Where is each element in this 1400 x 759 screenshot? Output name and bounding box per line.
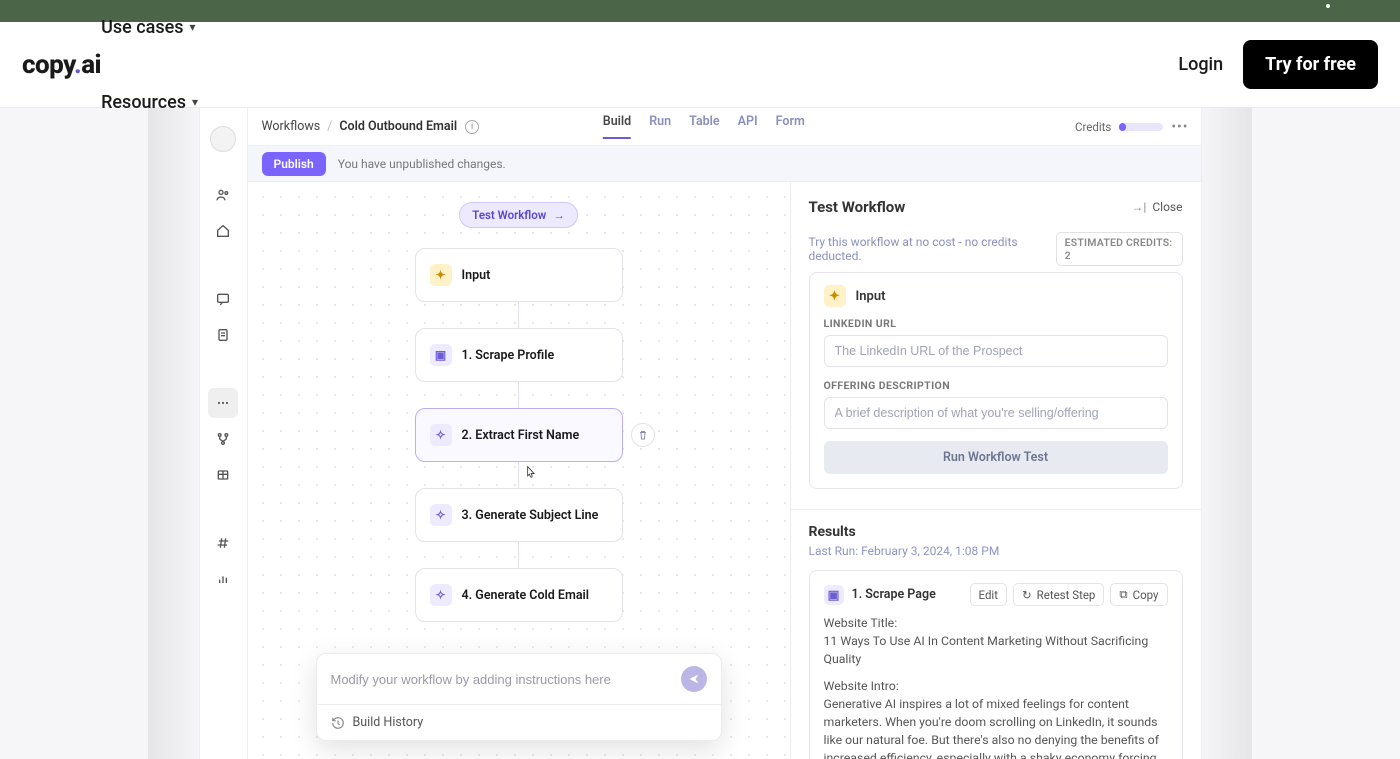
send-button[interactable]: [681, 666, 707, 692]
credits-meter: [1119, 123, 1163, 131]
table-icon[interactable]: [208, 460, 238, 490]
arrow-right-icon: →: [553, 208, 565, 222]
avatar[interactable]: [210, 126, 236, 152]
chat-icon[interactable]: [208, 284, 238, 314]
node-label: 1. Scrape Profile: [462, 348, 555, 363]
logo-text-pre: copy: [22, 50, 74, 80]
logo[interactable]: copy.ai: [22, 50, 101, 80]
tab-run[interactable]: Run: [649, 114, 671, 139]
tab-build[interactable]: Build: [603, 114, 631, 139]
last-run-text: Last Run: February 3, 2024, 1:08 PM: [809, 544, 1183, 558]
delete-node-button[interactable]: [631, 423, 655, 447]
refresh-icon: ↻: [1022, 588, 1032, 602]
workflow-instruction-input[interactable]: [331, 672, 681, 687]
node-label: 4. Generate Cold Email: [462, 588, 590, 603]
breadcrumb-root[interactable]: Workflows: [262, 119, 321, 134]
analytics-icon[interactable]: [208, 564, 238, 594]
tab-form[interactable]: Form: [776, 114, 805, 139]
cursor-pointer-icon: [523, 464, 537, 486]
try-free-button[interactable]: Try for free: [1243, 40, 1378, 89]
result-body: Website Title:11 Ways To Use AI In Conte…: [824, 616, 1168, 759]
workflow-tabs: Build Run Table API Form: [603, 114, 805, 139]
document-icon[interactable]: [208, 320, 238, 350]
run-workflow-test-button[interactable]: Run Workflow Test: [824, 441, 1168, 474]
tab-table[interactable]: Table: [689, 114, 720, 139]
hash-icon[interactable]: [208, 528, 238, 558]
results-heading: Results: [809, 524, 1183, 540]
build-history-link[interactable]: Build History: [317, 704, 721, 740]
node-extract-first-name[interactable]: ✧ 2. Extract First Name: [415, 408, 623, 462]
box-icon: ▣: [430, 344, 452, 366]
linkedin-url-input[interactable]: [824, 335, 1168, 367]
node-scrape-profile[interactable]: ▣ 1. Scrape Profile: [415, 328, 623, 382]
node-label: 3. Generate Subject Line: [462, 508, 599, 523]
app-window: Workflows / Cold Outbound Email i Build …: [199, 108, 1202, 759]
result-title: 1. Scrape Page: [852, 587, 936, 602]
credits-label: Credits: [1075, 120, 1111, 134]
logo-text-post: ai: [81, 50, 101, 80]
input-section-title: Input: [856, 289, 886, 304]
node-generate-subject-line[interactable]: ✧ 3. Generate Subject Line: [415, 488, 623, 542]
app-sidebar: [200, 108, 248, 759]
site-header: copy.ai Product▾ Use cases▾ Resources▾ P…: [0, 22, 1400, 108]
retest-step-button[interactable]: ↻ Retest Step: [1013, 583, 1104, 606]
ai-icon: ✧: [430, 584, 452, 606]
result-card: ▣ 1. Scrape Page Edit ↻ Retest Step: [809, 570, 1183, 759]
edit-step-button[interactable]: Edit: [970, 583, 1007, 606]
try-note: Try this workflow at no cost - no credit…: [809, 235, 1056, 263]
panel-title: Test Workflow: [809, 198, 906, 216]
node-input[interactable]: ✦ Input: [415, 248, 623, 302]
more-menu-icon[interactable]: •••: [1171, 119, 1188, 135]
tab-api[interactable]: API: [738, 114, 758, 139]
nav-use-cases[interactable]: Use cases▾: [101, 17, 1178, 38]
breadcrumb: Workflows / Cold Outbound Email i Build …: [248, 108, 1201, 146]
box-icon: ▣: [824, 585, 844, 605]
notice-text: You have unpublished changes.: [338, 157, 506, 171]
node-generate-cold-email[interactable]: ✧ 4. Generate Cold Email: [415, 568, 623, 622]
sparkle-icon: ✦: [430, 264, 452, 286]
ai-icon: ✧: [430, 424, 452, 446]
workflow-icon[interactable]: [208, 388, 238, 418]
publish-button[interactable]: Publish: [262, 152, 326, 176]
test-workflow-pill[interactable]: Test Workflow →: [459, 202, 577, 228]
field-label-offering: OFFERING DESCRIPTION: [824, 379, 1168, 392]
node-label: 2. Extract First Name: [462, 428, 580, 443]
ai-icon: ✧: [430, 504, 452, 526]
workflow-canvas[interactable]: Test Workflow → ✦ Input ▣ 1. Scrape Prof…: [248, 182, 791, 759]
field-label-linkedin: LINKEDIN URL: [824, 317, 1168, 330]
close-panel-button[interactable]: →| Close: [1131, 200, 1182, 214]
info-icon[interactable]: i: [465, 120, 479, 134]
branch-icon[interactable]: [208, 424, 238, 454]
notice-bar: Publish You have unpublished changes.: [248, 146, 1201, 182]
copy-icon: ⧉: [1119, 587, 1127, 602]
test-panel: Test Workflow →| Close Try this workflow…: [791, 182, 1201, 759]
people-icon[interactable]: [208, 180, 238, 210]
node-label: Input: [462, 268, 491, 283]
home-icon[interactable]: [208, 216, 238, 246]
copy-step-button[interactable]: ⧉ Copy: [1110, 583, 1167, 606]
history-icon: [331, 716, 345, 730]
sparkle-icon: ✦: [824, 285, 846, 307]
chevron-down-icon: ▾: [190, 20, 196, 34]
close-icon: →|: [1131, 200, 1146, 214]
test-form-card: ✦ Input LINKEDIN URL OFFERING DESCRIPTIO…: [809, 272, 1183, 489]
offering-description-input[interactable]: [824, 397, 1168, 429]
login-link[interactable]: Login: [1178, 54, 1223, 75]
chevron-down-icon: ▾: [192, 95, 198, 109]
estimated-credits-pill: ESTIMATED CREDITS: 2: [1056, 232, 1183, 266]
chat-box: Build History: [316, 653, 722, 741]
breadcrumb-current[interactable]: Cold Outbound Email: [339, 119, 457, 134]
